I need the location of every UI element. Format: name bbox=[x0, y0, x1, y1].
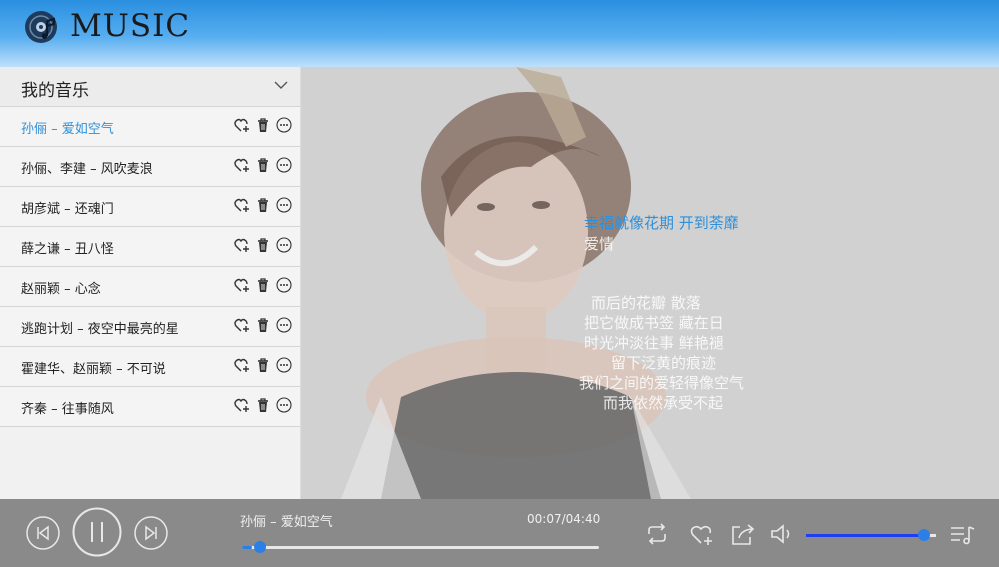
volume-icon[interactable] bbox=[770, 523, 796, 545]
song-title: 霍建华、赵丽颖 – 不可说 bbox=[21, 362, 166, 377]
playlist-icon[interactable] bbox=[950, 525, 976, 545]
heart-add-icon[interactable] bbox=[234, 317, 250, 333]
progress-bar[interactable] bbox=[242, 541, 599, 553]
more-icon[interactable] bbox=[276, 197, 292, 213]
trash-icon[interactable] bbox=[255, 397, 271, 413]
heart-add-icon[interactable] bbox=[690, 524, 714, 546]
lyric-line: 我们之间的爱轻得像空气 bbox=[579, 374, 745, 392]
heart-add-icon[interactable] bbox=[234, 197, 250, 213]
volume-slider[interactable] bbox=[806, 529, 936, 541]
song-title: 孙俪 – 爱如空气 bbox=[21, 122, 114, 137]
trash-icon[interactable] bbox=[255, 197, 271, 213]
prev-icon[interactable] bbox=[26, 516, 60, 550]
lyrics-panel: 幸福就像花期 开到荼靡 爱情 而后的花瓣 散落 把它做成书签 藏在日 时光冲淡往… bbox=[301, 67, 999, 499]
playlist-title: 我的音乐 bbox=[21, 81, 89, 101]
song-list-item[interactable]: 薛之谦 – 丑八怪 bbox=[0, 227, 300, 267]
chevron-down-icon[interactable] bbox=[274, 80, 288, 90]
song-title: 逃跑计划 – 夜空中最亮的星 bbox=[21, 322, 179, 337]
heart-add-icon[interactable] bbox=[234, 277, 250, 293]
more-icon[interactable] bbox=[276, 317, 292, 333]
trash-icon[interactable] bbox=[255, 237, 271, 253]
heart-add-icon[interactable] bbox=[234, 357, 250, 373]
lyric-line: 而后的花瓣 散落 bbox=[591, 294, 701, 312]
trash-icon[interactable] bbox=[255, 357, 271, 373]
trash-icon[interactable] bbox=[255, 317, 271, 333]
heart-add-icon[interactable] bbox=[234, 237, 250, 253]
lyrics-area: 幸福就像花期 开到荼靡 爱情 而后的花瓣 散落 把它做成书签 藏在日 时光冲淡往… bbox=[301, 67, 999, 499]
more-icon[interactable] bbox=[276, 397, 292, 413]
song-title: 齐秦 – 往事随风 bbox=[21, 402, 114, 417]
heart-add-icon[interactable] bbox=[234, 397, 250, 413]
song-title: 孙俪、李建 – 风吹麦浪 bbox=[21, 162, 153, 177]
song-list-item[interactable]: 霍建华、赵丽颖 – 不可说 bbox=[0, 347, 300, 387]
lyric-line: 留下泛黄的痕迹 bbox=[611, 354, 717, 372]
volume-fill bbox=[806, 534, 925, 537]
repeat-icon[interactable] bbox=[645, 523, 669, 545]
music-disc-icon bbox=[25, 11, 57, 43]
playback-time: 00:07/04:40 bbox=[527, 512, 601, 526]
song-list-item[interactable]: 胡彦斌 – 还魂门 bbox=[0, 187, 300, 227]
share-icon[interactable] bbox=[730, 521, 756, 547]
more-icon[interactable] bbox=[276, 277, 292, 293]
lyric-line: 而我依然承受不起 bbox=[603, 394, 724, 412]
volume-handle[interactable] bbox=[918, 529, 931, 541]
heart-add-icon[interactable] bbox=[234, 117, 250, 133]
playlist-sidebar: 我的音乐 孙俪 – 爱如空气孙俪、李建 – 风吹麦浪 胡彦斌 – 还魂门 薛之谦 –… bbox=[0, 67, 301, 499]
app-title: MUSIC bbox=[70, 8, 191, 44]
more-icon[interactable] bbox=[276, 117, 292, 133]
heart-add-icon[interactable] bbox=[234, 157, 250, 173]
lyric-current-line: 幸福就像花期 开到荼靡 bbox=[584, 214, 739, 232]
song-title: 胡彦斌 – 还魂门 bbox=[21, 202, 114, 217]
song-list-item[interactable]: 孙俪、李建 – 风吹麦浪 bbox=[0, 147, 300, 187]
song-list-item[interactable]: 齐秦 – 往事随风 bbox=[0, 387, 300, 427]
trash-icon[interactable] bbox=[255, 157, 271, 173]
progress-handle[interactable] bbox=[254, 541, 267, 553]
more-icon[interactable] bbox=[276, 357, 292, 373]
progress-fill bbox=[242, 546, 253, 549]
lyric-line: 把它做成书签 藏在日 bbox=[584, 314, 724, 332]
app-header: MUSIC bbox=[0, 0, 999, 67]
song-title: 赵丽颖 – 心念 bbox=[21, 282, 101, 297]
trash-icon[interactable] bbox=[255, 277, 271, 293]
player-bar: 孙俪 – 爱如空气 00:07/04:40 bbox=[0, 499, 999, 567]
playlist-header[interactable]: 我的音乐 bbox=[0, 67, 300, 107]
trash-icon[interactable] bbox=[255, 117, 271, 133]
song-list-item[interactable]: 孙俪 – 爱如空气 bbox=[0, 107, 300, 147]
song-list: 孙俪 – 爱如空气孙俪、李建 – 风吹麦浪 胡彦斌 – 还魂门 薛之谦 – 丑八怪赵… bbox=[0, 107, 300, 427]
pause-icon[interactable] bbox=[72, 507, 122, 557]
lyric-line: 爱情 bbox=[584, 235, 615, 253]
lyric-line: 时光冲淡往事 鲜艳褪 bbox=[584, 334, 724, 352]
song-list-item[interactable]: 赵丽颖 – 心念 bbox=[0, 267, 300, 307]
more-icon[interactable] bbox=[276, 237, 292, 253]
next-icon[interactable] bbox=[134, 516, 168, 550]
now-playing-title: 孙俪 – 爱如空气 bbox=[240, 515, 333, 530]
song-title: 薛之谦 – 丑八怪 bbox=[21, 242, 114, 257]
more-icon[interactable] bbox=[276, 157, 292, 173]
song-list-item[interactable]: 逃跑计划 – 夜空中最亮的星 bbox=[0, 307, 300, 347]
